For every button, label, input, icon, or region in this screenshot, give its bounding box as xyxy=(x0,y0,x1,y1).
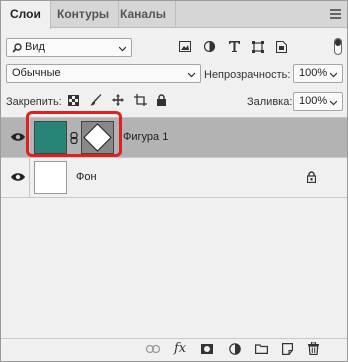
layer-name[interactable]: Фон xyxy=(76,171,97,183)
visibility-column-divider xyxy=(29,158,30,198)
bottom-toolbar: fx xyxy=(1,338,347,361)
blend-mode-value: Обычные xyxy=(12,67,61,79)
opacity-label: Непрозрачность: xyxy=(204,69,291,81)
filter-toggle-knob-icon xyxy=(335,39,341,46)
filter-toggle[interactable] xyxy=(334,38,342,55)
link-icon[interactable] xyxy=(146,345,160,353)
shape-filter-icon[interactable] xyxy=(252,41,264,53)
fill-label: Заливка: xyxy=(247,96,293,108)
eye-icon[interactable] xyxy=(11,172,25,182)
fx-icon[interactable]: fx xyxy=(174,341,186,356)
layer-name[interactable]: Фигура 1 xyxy=(123,131,168,143)
lock-icon xyxy=(307,171,316,183)
lock-all-icon[interactable] xyxy=(157,94,166,106)
search-icon xyxy=(12,43,22,53)
chevron-down-icon xyxy=(330,72,337,78)
group-icon[interactable] xyxy=(255,344,268,354)
chevron-down-icon xyxy=(119,46,126,52)
tab-paths[interactable]: Контуры xyxy=(48,1,120,28)
blend-mode-select[interactable]: Обычные xyxy=(6,64,201,83)
layers-panel: Слои Контуры Каналы Вид Обычные Непрозра… xyxy=(0,0,348,362)
trash-icon[interactable] xyxy=(308,342,319,355)
thumbnail-highlight xyxy=(26,111,122,157)
adjustment-filter-icon[interactable] xyxy=(204,41,215,52)
opacity-value: 100% xyxy=(299,67,328,79)
opacity-field[interactable]: 100% xyxy=(293,64,343,83)
lock-artboard-icon[interactable] xyxy=(134,94,147,106)
eye-icon[interactable] xyxy=(11,132,25,142)
fill-field[interactable]: 100% xyxy=(293,92,343,111)
smart-object-filter-icon[interactable] xyxy=(276,41,287,53)
chevron-down-icon xyxy=(188,72,195,78)
lock-label: Закрепить: xyxy=(6,96,62,108)
mask-icon[interactable] xyxy=(201,344,213,354)
type-filter-icon[interactable] xyxy=(229,41,240,52)
layer-thumbnail[interactable] xyxy=(34,161,67,194)
filter-kind-select[interactable]: Вид xyxy=(6,38,132,57)
new-layer-icon[interactable] xyxy=(282,343,293,355)
panel-menu-icon[interactable] xyxy=(330,9,341,19)
fill-value: 100% xyxy=(299,95,328,107)
tab-layers[interactable]: Слои xyxy=(1,1,51,29)
adjustment-icon[interactable] xyxy=(229,343,241,355)
chevron-down-icon xyxy=(330,100,337,106)
tab-channels[interactable]: Каналы xyxy=(111,1,176,28)
lock-image-pixels-icon[interactable] xyxy=(90,94,102,106)
layer-row-background[interactable]: Фон xyxy=(1,158,347,198)
filter-kind-value: Вид xyxy=(25,41,45,53)
image-filter-icon[interactable] xyxy=(179,41,191,52)
tab-bar: Слои Контуры Каналы xyxy=(1,1,347,29)
lock-transparent-pixels-icon[interactable] xyxy=(68,95,79,106)
lock-position-icon[interactable] xyxy=(112,94,124,106)
